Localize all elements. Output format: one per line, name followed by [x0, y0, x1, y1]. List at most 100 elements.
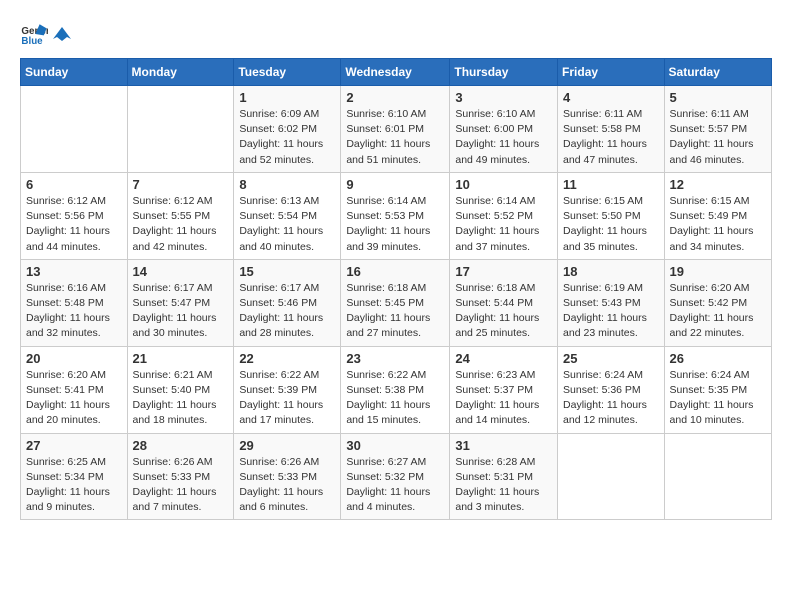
- day-number: 9: [346, 177, 444, 192]
- calendar-cell: 10 Sunrise: 6:14 AMSunset: 5:52 PMDayligh…: [450, 172, 558, 259]
- calendar-cell: 7Sunrise: 6:12 AMSunset: 5:55 PMDaylight…: [127, 172, 234, 259]
- calendar-cell: [558, 433, 665, 520]
- day-number: 24: [455, 351, 552, 366]
- week-row-2: 13 Sunrise: 6:16 AMSunset: 5:48 PMDayligh…: [21, 259, 772, 346]
- header: General Blue: [20, 20, 772, 48]
- day-number: 5: [670, 90, 766, 105]
- week-row-0: 1Sunrise: 6:09 AMSunset: 6:02 PMDaylight…: [21, 86, 772, 173]
- calendar-cell: 22Sunrise: 6:22 AMSunset: 5:39 PMDayligh…: [234, 346, 341, 433]
- week-row-4: 27 Sunrise: 6:25 AMSunset: 5:34 PMDayligh…: [21, 433, 772, 520]
- day-number: 22: [239, 351, 335, 366]
- day-number: 4: [563, 90, 659, 105]
- header-thursday: Thursday: [450, 59, 558, 86]
- day-info: Sunrise: 6:17 AMSunset: 5:46 PMDaylight:…: [239, 281, 335, 342]
- header-monday: Monday: [127, 59, 234, 86]
- day-info: Sunrise: 6:21 AMSunset: 5:40 PMDaylight:…: [133, 368, 229, 429]
- calendar-cell: [127, 86, 234, 173]
- day-number: 30: [346, 438, 444, 453]
- day-number: 11: [563, 177, 659, 192]
- day-number: 6: [26, 177, 122, 192]
- calendar-cell: [664, 433, 771, 520]
- calendar-table: SundayMondayTuesdayWednesdayThursdayFrid…: [20, 58, 772, 520]
- day-info: Sunrise: 6:13 AMSunset: 5:54 PMDaylight:…: [239, 194, 335, 255]
- calendar-cell: 23 Sunrise: 6:22 AMSunset: 5:38 PMDayligh…: [341, 346, 450, 433]
- calendar-cell: 20 Sunrise: 6:20 AMSunset: 5:41 PMDayligh…: [21, 346, 128, 433]
- calendar-cell: 6Sunrise: 6:12 AMSunset: 5:56 PMDaylight…: [21, 172, 128, 259]
- day-number: 8: [239, 177, 335, 192]
- calendar-cell: 14 Sunrise: 6:17 AMSunset: 5:47 PMDayligh…: [127, 259, 234, 346]
- header-saturday: Saturday: [664, 59, 771, 86]
- svg-text:Blue: Blue: [21, 36, 43, 47]
- day-info: Sunrise: 6:18 AMSunset: 5:44 PMDaylight:…: [455, 281, 552, 342]
- day-info: Sunrise: 6:20 AMSunset: 5:41 PMDaylight:…: [26, 368, 122, 429]
- calendar-cell: 18Sunrise: 6:19 AMSunset: 5:43 PMDayligh…: [558, 259, 665, 346]
- day-number: 14: [133, 264, 229, 279]
- day-info: Sunrise: 6:24 AMSunset: 5:36 PMDaylight:…: [563, 368, 659, 429]
- day-info: Sunrise: 6:14 AMSunset: 5:53 PMDaylight:…: [346, 194, 444, 255]
- day-number: 28: [133, 438, 229, 453]
- day-number: 27: [26, 438, 122, 453]
- day-info: Sunrise: 6:27 AMSunset: 5:32 PMDaylight:…: [346, 455, 444, 516]
- day-info: Sunrise: 6:25 AMSunset: 5:34 PMDaylight:…: [26, 455, 122, 516]
- day-number: 12: [670, 177, 766, 192]
- day-number: 20: [26, 351, 122, 366]
- day-number: 2: [346, 90, 444, 105]
- calendar-cell: 16Sunrise: 6:18 AMSunset: 5:45 PMDayligh…: [341, 259, 450, 346]
- calendar-cell: 3Sunrise: 6:10 AMSunset: 6:00 PMDaylight…: [450, 86, 558, 173]
- calendar-cell: 25 Sunrise: 6:24 AMSunset: 5:36 PMDayligh…: [558, 346, 665, 433]
- calendar-cell: 17 Sunrise: 6:18 AMSunset: 5:44 PMDayligh…: [450, 259, 558, 346]
- day-info: Sunrise: 6:28 AMSunset: 5:31 PMDaylight:…: [455, 455, 552, 516]
- day-number: 29: [239, 438, 335, 453]
- calendar-cell: 4 Sunrise: 6:11 AMSunset: 5:58 PMDaylight…: [558, 86, 665, 173]
- day-info: Sunrise: 6:20 AMSunset: 5:42 PMDaylight:…: [670, 281, 766, 342]
- calendar-cell: [21, 86, 128, 173]
- calendar-cell: 1Sunrise: 6:09 AMSunset: 6:02 PMDaylight…: [234, 86, 341, 173]
- day-info: Sunrise: 6:23 AMSunset: 5:37 PMDaylight:…: [455, 368, 552, 429]
- week-row-3: 20 Sunrise: 6:20 AMSunset: 5:41 PMDayligh…: [21, 346, 772, 433]
- day-number: 23: [346, 351, 444, 366]
- calendar-cell: 15 Sunrise: 6:17 AMSunset: 5:46 PMDayligh…: [234, 259, 341, 346]
- logo: General Blue: [20, 20, 72, 48]
- day-number: 21: [133, 351, 229, 366]
- day-info: Sunrise: 6:15 AMSunset: 5:50 PMDaylight:…: [563, 194, 659, 255]
- day-number: 13: [26, 264, 122, 279]
- calendar-cell: 9 Sunrise: 6:14 AMSunset: 5:53 PMDaylight…: [341, 172, 450, 259]
- day-number: 15: [239, 264, 335, 279]
- day-number: 31: [455, 438, 552, 453]
- day-info: Sunrise: 6:19 AMSunset: 5:43 PMDaylight:…: [563, 281, 659, 342]
- day-number: 7: [133, 177, 229, 192]
- day-number: 17: [455, 264, 552, 279]
- calendar-cell: 5 Sunrise: 6:11 AMSunset: 5:57 PMDaylight…: [664, 86, 771, 173]
- day-number: 3: [455, 90, 552, 105]
- day-number: 25: [563, 351, 659, 366]
- logo-bird-icon: [53, 25, 71, 43]
- day-info: Sunrise: 6:10 AMSunset: 6:01 PMDaylight:…: [346, 107, 444, 168]
- calendar-cell: 2 Sunrise: 6:10 AMSunset: 6:01 PMDaylight…: [341, 86, 450, 173]
- calendar-header: SundayMondayTuesdayWednesdayThursdayFrid…: [21, 59, 772, 86]
- calendar-cell: 11 Sunrise: 6:15 AMSunset: 5:50 PMDayligh…: [558, 172, 665, 259]
- calendar-cell: 21 Sunrise: 6:21 AMSunset: 5:40 PMDayligh…: [127, 346, 234, 433]
- calendar-cell: 19Sunrise: 6:20 AMSunset: 5:42 PMDayligh…: [664, 259, 771, 346]
- day-number: 10: [455, 177, 552, 192]
- day-info: Sunrise: 6:11 AMSunset: 5:58 PMDaylight:…: [563, 107, 659, 168]
- day-info: Sunrise: 6:22 AMSunset: 5:38 PMDaylight:…: [346, 368, 444, 429]
- day-info: Sunrise: 6:11 AMSunset: 5:57 PMDaylight:…: [670, 107, 766, 168]
- header-wednesday: Wednesday: [341, 59, 450, 86]
- calendar-cell: 12Sunrise: 6:15 AMSunset: 5:49 PMDayligh…: [664, 172, 771, 259]
- day-info: Sunrise: 6:17 AMSunset: 5:47 PMDaylight:…: [133, 281, 229, 342]
- logo-icon: General Blue: [20, 20, 48, 48]
- header-friday: Friday: [558, 59, 665, 86]
- day-info: Sunrise: 6:24 AMSunset: 5:35 PMDaylight:…: [670, 368, 766, 429]
- header-sunday: Sunday: [21, 59, 128, 86]
- calendar-cell: 27 Sunrise: 6:25 AMSunset: 5:34 PMDayligh…: [21, 433, 128, 520]
- calendar-cell: 13 Sunrise: 6:16 AMSunset: 5:48 PMDayligh…: [21, 259, 128, 346]
- day-info: Sunrise: 6:14 AMSunset: 5:52 PMDaylight:…: [455, 194, 552, 255]
- day-info: Sunrise: 6:26 AMSunset: 5:33 PMDaylight:…: [239, 455, 335, 516]
- calendar-cell: 28Sunrise: 6:26 AMSunset: 5:33 PMDayligh…: [127, 433, 234, 520]
- header-row: SundayMondayTuesdayWednesdayThursdayFrid…: [21, 59, 772, 86]
- calendar-cell: 24 Sunrise: 6:23 AMSunset: 5:37 PMDayligh…: [450, 346, 558, 433]
- calendar-body: 1Sunrise: 6:09 AMSunset: 6:02 PMDaylight…: [21, 86, 772, 520]
- day-info: Sunrise: 6:16 AMSunset: 5:48 PMDaylight:…: [26, 281, 122, 342]
- calendar-cell: 8 Sunrise: 6:13 AMSunset: 5:54 PMDaylight…: [234, 172, 341, 259]
- day-number: 16: [346, 264, 444, 279]
